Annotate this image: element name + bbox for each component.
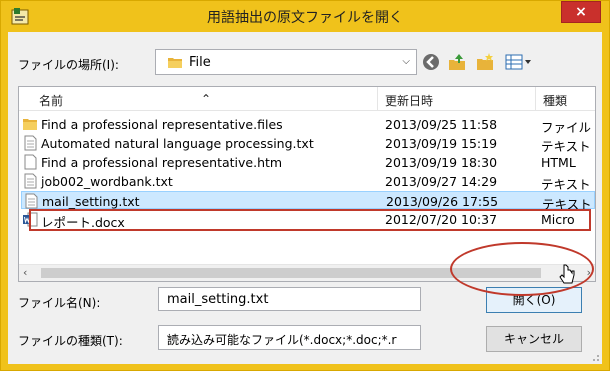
chevron-down-icon: ⌵ (402, 56, 410, 67)
list-item-selected[interactable]: mail_setting.txt 2013/09/26 17:55 テキスト (21, 191, 595, 212)
open-file-dialog: 用語抽出の原文ファイルを開く × ファイルの場所(I): File ⌵ 名前 ⌃… (0, 0, 610, 371)
annotation-highlight-row (29, 209, 591, 231)
filename-label: ファイル名(N): (18, 296, 101, 310)
column-divider[interactable] (377, 87, 378, 111)
back-icon[interactable] (421, 52, 441, 72)
text-file-icon (25, 193, 38, 209)
scroll-left-icon[interactable]: ‹ (23, 266, 27, 279)
text-file-icon (24, 173, 37, 189)
app-icon (11, 8, 29, 25)
column-header-date[interactable]: 更新日時 (385, 92, 433, 109)
title-bar[interactable]: 用語抽出の原文ファイルを開く × (1, 1, 609, 31)
list-item[interactable]: job002_wordbank.txt 2013/09/27 14:29 テキス… (21, 172, 595, 192)
list-header: 名前 ⌃ 更新日時 種類 (19, 87, 595, 111)
location-dropdown[interactable]: File ⌵ (155, 49, 417, 75)
location-label: ファイルの場所(I): (18, 58, 119, 72)
mouse-pointer-icon (559, 264, 575, 284)
resize-grip-icon[interactable] (590, 352, 600, 362)
chevron-down-icon: ⌵ (167, 331, 175, 342)
folder-icon (23, 119, 37, 130)
folder-toolbar (421, 50, 551, 74)
up-folder-icon[interactable] (447, 52, 467, 72)
sort-ascending-icon: ⌃ (201, 92, 212, 106)
list-item[interactable]: Find a professional representative.files… (21, 115, 595, 135)
folder-icon (168, 58, 182, 68)
column-header-name[interactable]: 名前 (39, 92, 63, 109)
filename-value: mail_setting.txt (167, 292, 269, 307)
filetype-dropdown[interactable]: 読み込み可能なファイル(*.docx;*.doc;*.rtf;*.h ⌵ (158, 325, 421, 350)
dialog-body: ファイルの場所(I): File ⌵ 名前 ⌃ 更新日時 種類 Find a p… (8, 32, 602, 364)
new-folder-icon[interactable] (475, 52, 495, 72)
location-value: File (189, 55, 211, 70)
column-header-type[interactable]: 種類 (543, 92, 567, 109)
list-item[interactable]: Automated natural language processing.tx… (21, 134, 595, 154)
list-item[interactable]: Find a professional representative.htm 2… (21, 153, 595, 171)
html-file-icon (24, 154, 37, 170)
cancel-button[interactable]: キャンセル (486, 326, 582, 352)
view-menu-icon[interactable] (505, 52, 533, 72)
window-title: 用語抽出の原文ファイルを開く (207, 10, 403, 26)
filename-input[interactable]: mail_setting.txt (158, 287, 421, 311)
text-file-icon (24, 135, 37, 151)
column-divider[interactable] (535, 87, 536, 111)
close-button[interactable]: × (561, 1, 601, 23)
filetype-label: ファイルの種類(T): (18, 334, 123, 348)
